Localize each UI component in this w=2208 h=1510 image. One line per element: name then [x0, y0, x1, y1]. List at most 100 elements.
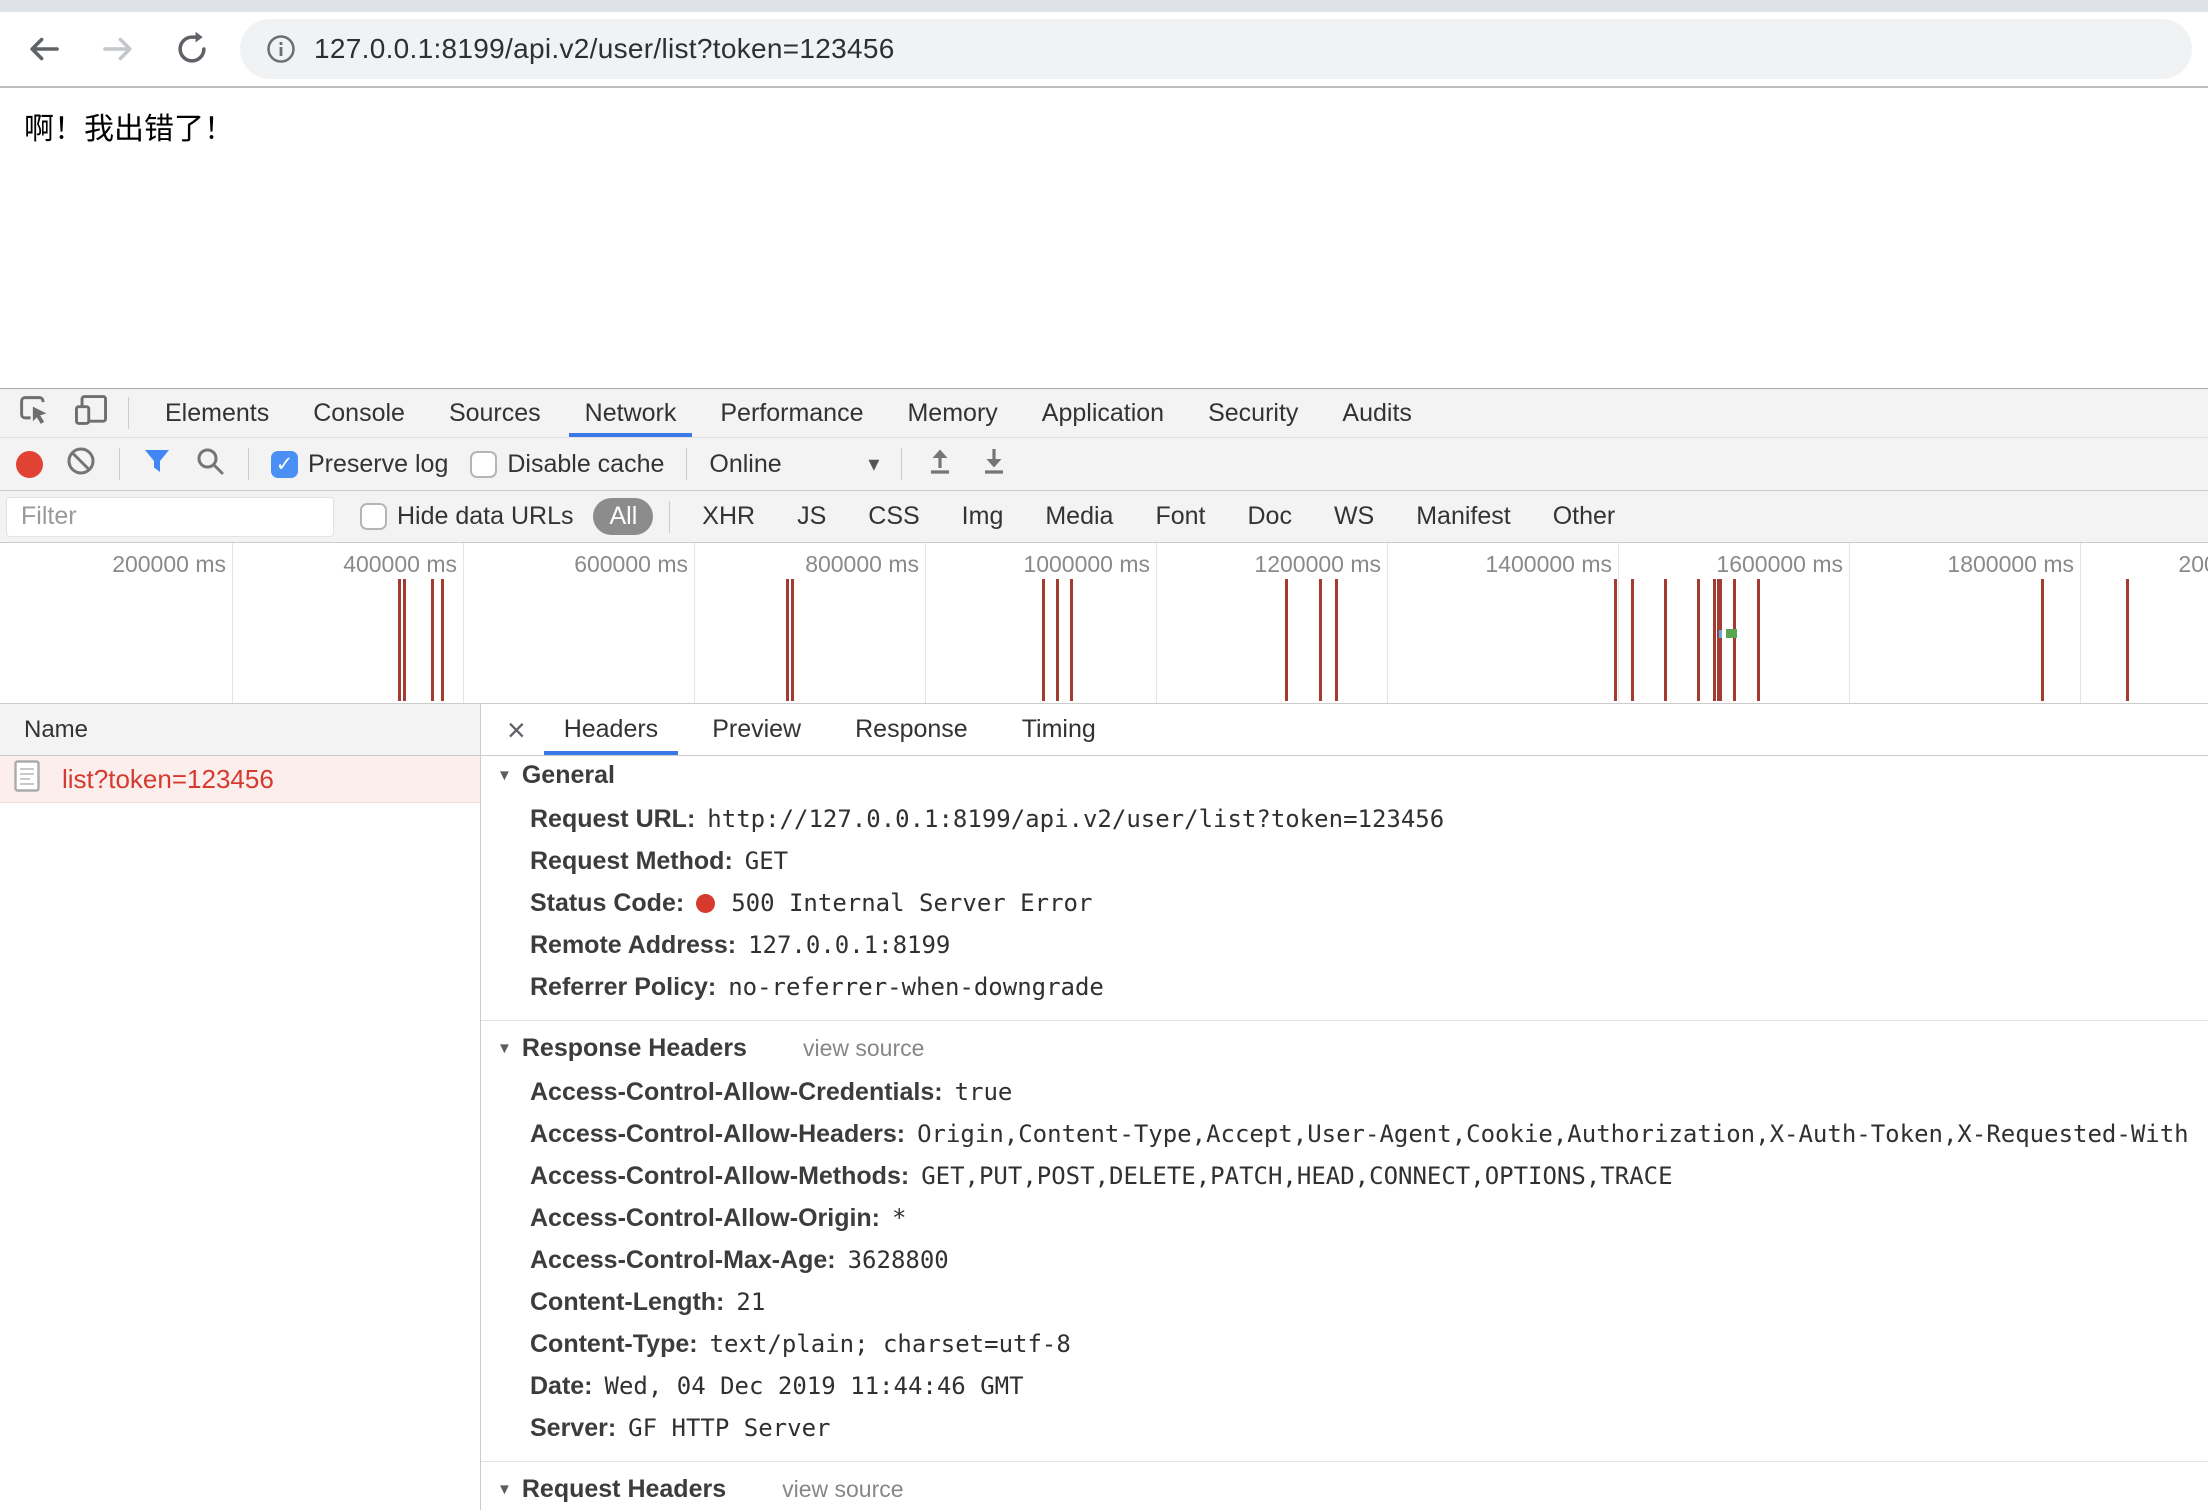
inspect-element-icon[interactable]	[16, 392, 52, 435]
tab-performance[interactable]: Performance	[698, 389, 885, 437]
header-field-name: Access-Control-Allow-Origin:	[530, 1204, 880, 1233]
detail-tab-response[interactable]: Response	[835, 704, 988, 755]
header-field-name: Remote Address:	[530, 931, 736, 960]
network-overview-timeline[interactable]: 200000 ms400000 ms600000 ms800000 ms1000…	[0, 543, 2208, 704]
header-field-name: Access-Control-Allow-Methods:	[530, 1162, 909, 1191]
header-field-row: Content-Type:text/plain; charset=utf-8	[481, 1323, 2208, 1365]
detail-tab-headers[interactable]: Headers	[544, 704, 679, 755]
tab-security[interactable]: Security	[1186, 389, 1320, 437]
request-name[interactable]: list?token=123456	[62, 764, 274, 795]
separator	[686, 448, 687, 480]
request-row[interactable]: list?token=123456	[0, 756, 480, 803]
timeline-error-bar	[1697, 579, 1700, 701]
separator	[128, 397, 129, 429]
timeline-tick-label: 800000 ms	[805, 551, 919, 578]
header-field-name: Content-Length:	[530, 1288, 724, 1317]
detail-tab-timing[interactable]: Timing	[1002, 704, 1116, 755]
preserve-log-toggle[interactable]: ✓ Preserve log	[271, 450, 448, 479]
header-field-value: Origin,Content-Type,Accept,User-Agent,Co…	[917, 1120, 2189, 1148]
view-source-link[interactable]: view source	[803, 1035, 924, 1062]
hide-data-urls-toggle[interactable]: Hide data URLs	[360, 502, 573, 531]
header-field-name: Access-Control-Allow-Credentials:	[530, 1078, 943, 1107]
tab-console[interactable]: Console	[291, 389, 427, 437]
filter-type-js[interactable]: JS	[781, 498, 842, 535]
preserve-log-checkbox[interactable]: ✓	[271, 451, 298, 478]
filter-type-manifest[interactable]: Manifest	[1400, 498, 1526, 535]
throttling-select[interactable]: Online ▾	[709, 450, 879, 479]
timeline-gridline	[1618, 543, 1619, 703]
header-field-value: no-referrer-when-downgrade	[728, 973, 1104, 1001]
timeline-tick-label: 2000000 ms	[2178, 551, 2208, 578]
timeline-gridline	[2080, 543, 2081, 703]
header-field-row: Request URL:http://127.0.0.1:8199/api.v2…	[481, 798, 2208, 840]
filter-type-other[interactable]: Other	[1537, 498, 1632, 535]
hide-data-urls-checkbox[interactable]	[360, 503, 387, 530]
tab-application[interactable]: Application	[1020, 389, 1186, 437]
header-field-name: Content-Type:	[530, 1330, 698, 1359]
timeline-gridline	[1849, 543, 1850, 703]
back-icon[interactable]	[24, 29, 64, 69]
filter-type-ws[interactable]: WS	[1318, 498, 1390, 535]
address-bar[interactable]: 127.0.0.1:8199/api.v2/user/list?token=12…	[240, 19, 2192, 79]
section-request-headers[interactable]: ▼Request Headersview source	[481, 1470, 2208, 1508]
reload-icon[interactable]	[172, 29, 212, 69]
record-icon[interactable]	[16, 451, 43, 478]
tab-elements[interactable]: Elements	[143, 389, 291, 437]
disable-cache-label: Disable cache	[507, 450, 664, 479]
timeline-request-marker	[1726, 629, 1737, 638]
timeline-gridline	[463, 543, 464, 703]
filter-type-css[interactable]: CSS	[852, 498, 935, 535]
header-field-row: Date:Wed, 04 Dec 2019 11:44:46 GMT	[481, 1365, 2208, 1407]
disable-cache-toggle[interactable]: Disable cache	[470, 450, 664, 479]
timeline-gridline	[1387, 543, 1388, 703]
header-field-name: Date:	[530, 1372, 593, 1401]
clear-icon[interactable]	[65, 445, 97, 484]
document-icon	[14, 760, 40, 799]
timeline-gridline	[925, 543, 926, 703]
timeline-error-bar	[791, 579, 794, 701]
section-title: Response Headers	[522, 1034, 747, 1063]
device-toolbar-icon[interactable]	[72, 392, 110, 435]
filter-type-font[interactable]: Font	[1139, 498, 1221, 535]
name-column-header[interactable]: Name	[0, 704, 480, 756]
network-toolbar: ✓ Preserve log Disable cache Online ▾	[0, 438, 2208, 491]
export-har-icon[interactable]	[978, 445, 1010, 484]
close-icon[interactable]: ×	[503, 714, 530, 746]
disable-cache-checkbox[interactable]	[470, 451, 497, 478]
detail-tab-preview[interactable]: Preview	[692, 704, 821, 755]
tab-memory[interactable]: Memory	[885, 389, 1019, 437]
filter-input[interactable]	[6, 497, 334, 537]
filter-type-media[interactable]: Media	[1029, 498, 1129, 535]
import-har-icon[interactable]	[924, 445, 956, 484]
page-info-icon[interactable]	[266, 34, 296, 64]
filter-type-xhr[interactable]: XHR	[686, 498, 771, 535]
section-response-headers[interactable]: ▼Response Headersview source	[481, 1029, 2208, 1067]
filter-type-all[interactable]: All	[593, 498, 653, 535]
timeline-error-bar	[441, 579, 444, 701]
header-field-value: GET	[745, 847, 788, 875]
timeline-tick-label: 600000 ms	[574, 551, 688, 578]
filter-icon[interactable]	[142, 446, 172, 483]
status-error-dot-icon	[696, 894, 715, 913]
timeline-error-bar	[2041, 579, 2044, 701]
preserve-log-label: Preserve log	[308, 450, 448, 479]
url-text[interactable]: 127.0.0.1:8199/api.v2/user/list?token=12…	[314, 33, 895, 65]
throttling-value: Online	[709, 450, 781, 479]
timeline-tick-label: 1000000 ms	[1023, 551, 1150, 578]
tab-network[interactable]: Network	[563, 389, 699, 437]
tab-audits[interactable]: Audits	[1320, 389, 1433, 437]
request-detail-panel: × Headers Preview Response Timing ▼General R…	[481, 704, 2208, 1510]
header-field-value: 3628800	[848, 1246, 949, 1274]
timeline-error-bar	[1733, 579, 1736, 701]
search-icon[interactable]	[194, 445, 226, 484]
filter-type-doc[interactable]: Doc	[1231, 498, 1307, 535]
filter-type-img[interactable]: Img	[946, 498, 1020, 535]
timeline-gridline	[232, 543, 233, 703]
section-general[interactable]: ▼General	[481, 756, 2208, 794]
header-field-value: GF HTTP Server	[628, 1414, 830, 1442]
header-field-row: Server:GF HTTP Server	[481, 1407, 2208, 1449]
view-source-link[interactable]: view source	[782, 1476, 903, 1503]
forward-icon[interactable]	[98, 29, 138, 69]
separator	[119, 448, 120, 480]
tab-sources[interactable]: Sources	[427, 389, 563, 437]
